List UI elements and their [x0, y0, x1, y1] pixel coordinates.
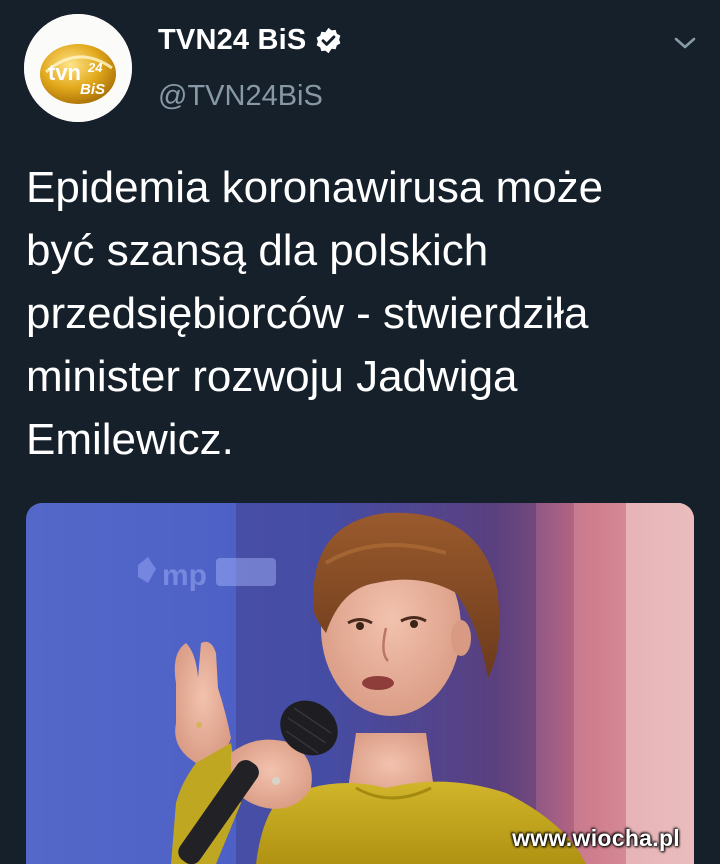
- tweet-photo[interactable]: mp www.wiocha.pl: [26, 503, 694, 864]
- tweet-card: tvn 24 BiS TVN24 BiS @TVN24BiS Epidemia …: [0, 0, 720, 864]
- account-display-name[interactable]: TVN24 BiS: [158, 24, 343, 57]
- logo-text-sub: BiS: [80, 81, 105, 98]
- logo-text-main: tvn: [48, 60, 81, 85]
- chevron-down-icon[interactable]: [672, 34, 698, 52]
- account-handle[interactable]: @TVN24BiS: [158, 80, 323, 113]
- photo-woman-with-microphone: mp: [26, 503, 694, 864]
- logo-text-number: 24: [87, 60, 103, 75]
- display-name-text: TVN24 BiS: [158, 24, 307, 56]
- tvn24-bis-logo: tvn 24 BiS: [24, 14, 132, 122]
- svg-text:mp: mp: [162, 559, 207, 592]
- avatar[interactable]: tvn 24 BiS: [24, 14, 132, 122]
- watermark: www.wiocha.pl: [512, 825, 680, 851]
- verified-badge-icon: [317, 27, 341, 54]
- tweet-text: Epidemia koronawirusa może być szansą dl…: [26, 163, 604, 464]
